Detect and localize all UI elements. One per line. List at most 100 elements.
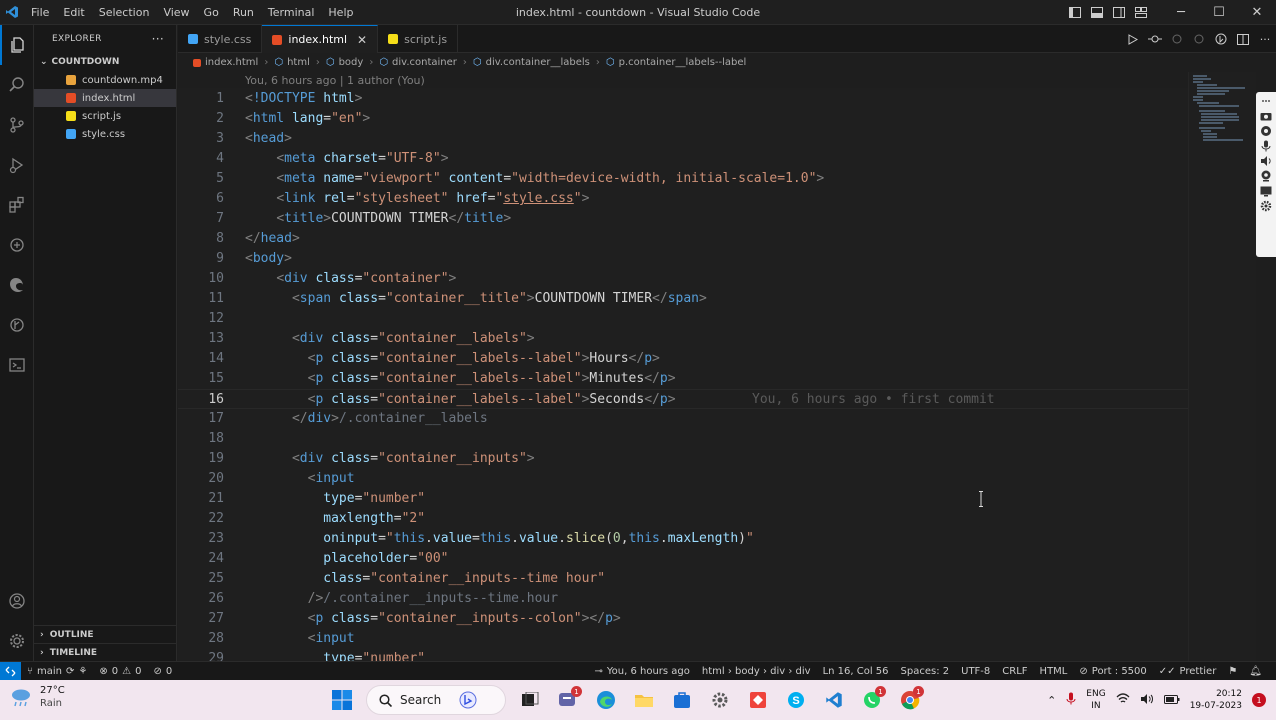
menu-go[interactable]: Go [197, 6, 226, 19]
menu-terminal[interactable]: Terminal [261, 6, 322, 19]
gitlens-icon[interactable] [0, 305, 34, 345]
minimize-button[interactable]: ─ [1162, 0, 1200, 25]
file-explorer-icon[interactable] [630, 686, 658, 714]
clock[interactable]: 20:12 19-07-2023 [1190, 688, 1242, 712]
explorer-icon[interactable] [0, 25, 34, 65]
breadcrumb-item[interactable]: body [339, 57, 364, 68]
breadcrumb-item[interactable]: p.container__labels--label [619, 57, 747, 68]
menu-file[interactable]: File [24, 6, 56, 19]
chevron-up-icon[interactable]: ⌃ [1047, 694, 1056, 707]
problems-status[interactable]: ⊗ 0 ⚠ 0 [93, 666, 147, 677]
gitlens-compare-icon[interactable] [1210, 27, 1232, 52]
taskbar-search[interactable]: Search [366, 685, 506, 715]
customize-layout-icon[interactable] [1130, 0, 1152, 25]
more-actions-icon[interactable]: ··· [152, 32, 164, 46]
drag-handle-icon[interactable] [1260, 95, 1272, 107]
volume-icon[interactable] [1140, 693, 1154, 708]
notification-badge[interactable]: 1 [1252, 693, 1266, 707]
prettier-status[interactable]: ✓✓ Prettier [1153, 666, 1223, 677]
weather-widget[interactable]: 27°C Rain [10, 684, 65, 710]
file-countdown-mp4[interactable]: countdown.mp4 [34, 71, 176, 89]
open-changes-icon[interactable] [1144, 27, 1166, 52]
extensions-icon[interactable] [0, 185, 34, 225]
feedback-icon[interactable]: ⚑ [1222, 666, 1243, 677]
task-view-icon[interactable] [516, 686, 544, 714]
camera-icon[interactable] [1260, 110, 1272, 122]
branch-status[interactable]: ⑂ main ⟳ ⚘ [21, 666, 93, 677]
toggle-primary-sidebar-icon[interactable] [1064, 0, 1086, 25]
code-editor[interactable]: 1 <!DOCTYPE html> 2 <html lang="en"> 3 <hea… [178, 88, 1188, 661]
language-mode-status[interactable]: HTML [1034, 666, 1074, 677]
live-server-status[interactable]: ⊘ Port : 5500 [1073, 666, 1152, 677]
speaker-icon[interactable] [1260, 155, 1272, 167]
menu-selection[interactable]: Selection [92, 6, 157, 19]
microphone-in-use-icon[interactable] [1066, 692, 1076, 708]
source-control-icon[interactable] [0, 105, 34, 145]
close-window-button[interactable]: ✕ [1238, 0, 1276, 25]
terminal-icon[interactable] [0, 345, 34, 385]
ports-status[interactable]: ⊘ 0 [147, 666, 178, 677]
menu-view[interactable]: View [156, 6, 196, 19]
run-icon[interactable] [1122, 27, 1144, 52]
menu-run[interactable]: Run [226, 6, 261, 19]
whatsapp-icon[interactable]: 1 [858, 686, 886, 714]
remote-indicator-icon[interactable] [0, 661, 21, 681]
tab-script-js[interactable]: script.js [378, 25, 459, 53]
timeline-section[interactable]: › TIMELINE [34, 643, 177, 661]
microphone-icon[interactable] [1260, 140, 1272, 152]
skype-icon[interactable]: S [782, 686, 810, 714]
encoding-status[interactable]: UTF-8 [955, 666, 996, 677]
toggle-secondary-sidebar-icon[interactable] [1108, 0, 1130, 25]
windows-start-icon[interactable] [328, 686, 356, 714]
folder-countdown[interactable]: ⌄ COUNTDOWN [34, 53, 176, 71]
breadcrumb-item[interactable]: div.container [392, 57, 457, 68]
language-indicator[interactable]: ENG IN [1086, 688, 1105, 712]
breadcrumb-item[interactable]: index.html [205, 57, 258, 68]
next-change-icon[interactable] [1188, 27, 1210, 52]
previous-change-icon[interactable] [1166, 27, 1188, 52]
breadcrumb-item[interactable]: html [287, 57, 310, 68]
anydesk-icon[interactable] [744, 686, 772, 714]
tab-index-html[interactable]: index.html ✕ [262, 25, 379, 53]
run-debug-icon[interactable] [0, 145, 34, 185]
file-script-js[interactable]: script.js [34, 107, 176, 125]
element-path-status[interactable]: html › body › div › div [696, 666, 817, 677]
cursor-position-status[interactable]: Ln 16, Col 56 [817, 666, 895, 677]
settings-gear-icon[interactable] [0, 621, 34, 661]
minimap[interactable] [1188, 72, 1256, 661]
settings-gear-icon[interactable] [706, 686, 734, 714]
more-actions-icon[interactable]: ··· [1254, 27, 1276, 52]
git-blame-status[interactable]: ⊸ You, 6 hours ago [588, 666, 695, 677]
outline-section[interactable]: › OUTLINE [34, 625, 177, 643]
breadcrumb-item[interactable]: div.container__labels [486, 57, 590, 68]
menu-help[interactable]: Help [321, 6, 360, 19]
settings-gear-icon[interactable] [1260, 200, 1272, 212]
toggle-panel-icon[interactable] [1086, 0, 1108, 25]
screen-icon[interactable] [1260, 185, 1272, 197]
file-index-html[interactable]: index.html [34, 89, 176, 107]
eol-status[interactable]: CRLF [996, 666, 1033, 677]
microsoft-store-icon[interactable] [668, 686, 696, 714]
tab-style-css[interactable]: style.css [178, 25, 263, 53]
menu-edit[interactable]: Edit [56, 6, 91, 19]
codelens-blame[interactable]: You, 6 hours ago | 1 author (You) [245, 74, 425, 87]
indentation-status[interactable]: Spaces: 2 [895, 666, 956, 677]
teams-chat-icon[interactable]: 1 [554, 686, 582, 714]
chrome-icon[interactable]: 1 [896, 686, 924, 714]
file-style-css[interactable]: style.css [34, 125, 176, 143]
webcam-icon[interactable] [1260, 170, 1272, 182]
battery-icon[interactable] [1163, 694, 1180, 707]
edge-devtools-icon[interactable] [0, 265, 34, 305]
remote-explorer-icon[interactable] [0, 225, 34, 265]
edge-browser-icon[interactable] [592, 686, 620, 714]
record-icon[interactable] [1260, 125, 1272, 137]
wifi-icon[interactable] [1116, 693, 1130, 707]
notifications-bell-icon[interactable]: 🔔︎ [1243, 666, 1268, 677]
split-editor-icon[interactable] [1232, 27, 1254, 52]
inline-blame[interactable]: You, 6 hours ago • first commit [752, 390, 995, 410]
close-icon[interactable]: ✕ [357, 33, 367, 47]
accounts-icon[interactable] [0, 581, 34, 621]
search-icon[interactable] [0, 65, 34, 105]
vscode-taskbar-icon[interactable] [820, 686, 848, 714]
maximize-button[interactable]: ☐ [1200, 0, 1238, 25]
